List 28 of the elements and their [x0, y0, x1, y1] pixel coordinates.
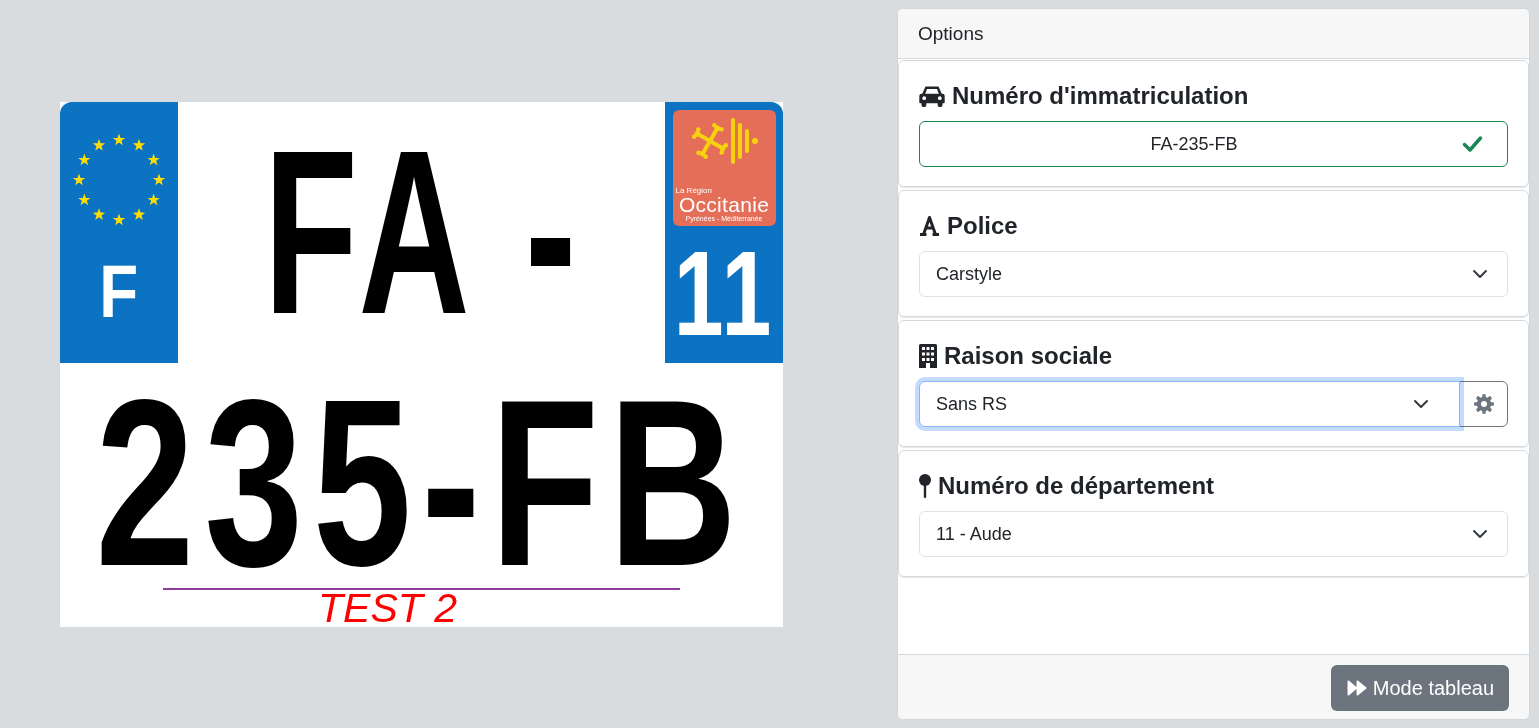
- font-icon: [919, 215, 940, 236]
- settings-button[interactable]: [1459, 381, 1508, 427]
- fast-forward-icon: [1346, 680, 1367, 696]
- building-icon: [919, 343, 937, 368]
- chevron-down-icon: [1472, 269, 1488, 279]
- logo-text: La Région: [675, 186, 712, 195]
- department-number: 11: [673, 245, 775, 342]
- registration-input[interactable]: FA-235-FB: [919, 121, 1508, 167]
- dropdown-select[interactable]: 11 - Aude: [919, 511, 1508, 557]
- check-icon: [1462, 135, 1483, 153]
- country-code: F: [99, 262, 139, 322]
- table-mode-button[interactable]: Mode tableau: [1330, 665, 1509, 711]
- section-title: Numéro d'immatriculation: [952, 81, 1249, 110]
- registration-text: FA -: [263, 139, 586, 326]
- section-title: Police: [947, 211, 1018, 240]
- gear-icon: [1473, 394, 1494, 414]
- chevron-down-icon: [1413, 399, 1429, 409]
- registration-text: 235-FB: [95, 387, 748, 578]
- dropdown-select[interactable]: Carstyle: [919, 251, 1508, 297]
- dropdown-select[interactable]: Sans RS: [919, 381, 1460, 427]
- caption-text: TEST 2: [318, 590, 457, 627]
- car-icon: [919, 84, 945, 107]
- panel-title: Options: [918, 22, 984, 45]
- logo-text: Occitanie: [678, 195, 770, 214]
- section-title: Numéro de département: [938, 471, 1215, 500]
- chevron-down-icon: [1472, 529, 1488, 539]
- section-title: Raison sociale: [944, 341, 1113, 370]
- pushpin-icon: [919, 473, 931, 498]
